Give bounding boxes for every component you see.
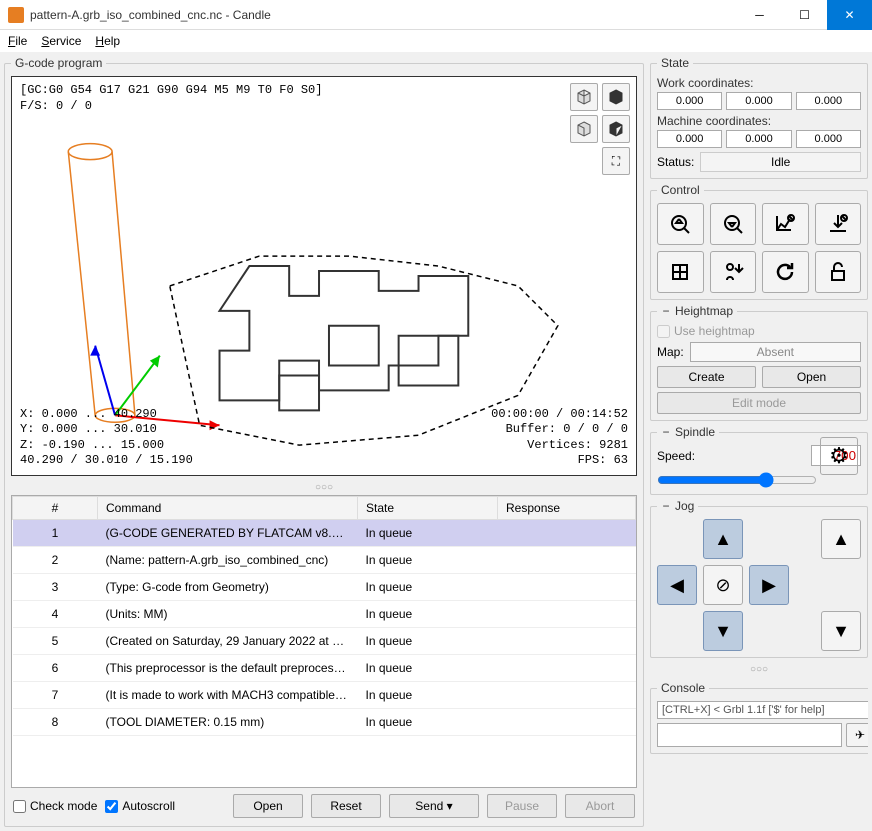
check-mode-checkbox[interactable]: Check mode bbox=[13, 799, 97, 813]
gcode-legend: G-code program bbox=[11, 56, 106, 70]
speed-label: Speed: bbox=[657, 449, 805, 463]
col-command[interactable]: Command bbox=[98, 497, 358, 520]
viewport-3d[interactable]: [GC:G0 G54 G17 G21 G90 G94 M5 M9 T0 F0 S… bbox=[11, 76, 637, 476]
safe-z-button[interactable] bbox=[710, 251, 757, 293]
close-button[interactable]: ✕ bbox=[827, 0, 872, 30]
bounds-z: Z: -0.190 ... 15.000 bbox=[20, 438, 193, 454]
unlock-button[interactable] bbox=[815, 251, 862, 293]
jog-y-plus-button[interactable]: ▲ bbox=[703, 519, 743, 559]
col-state[interactable]: State bbox=[358, 497, 498, 520]
abort-button[interactable]: Abort bbox=[565, 794, 635, 818]
spindle-panel: −Spindle Speed: ⚙ bbox=[650, 425, 868, 495]
bounds-size: 40.290 / 30.010 / 15.190 bbox=[20, 453, 193, 469]
use-heightmap-checkbox[interactable]: Use heightmap bbox=[657, 324, 861, 338]
autoscroll-checkbox[interactable]: Autoscroll bbox=[105, 799, 175, 813]
jog-panel: −Jog ▲ ▲ ◀ ⊘ ▶ ▼ ▼ bbox=[650, 499, 868, 658]
send-button[interactable]: Send ▾ bbox=[389, 794, 479, 818]
reset-button[interactable]: Reset bbox=[311, 794, 381, 818]
fps-info: FPS: 63 bbox=[491, 453, 628, 469]
table-row[interactable]: 3(Type: G-code from Geometry)In queue bbox=[13, 574, 636, 601]
col-response[interactable]: Response bbox=[498, 497, 636, 520]
vertices-info: Vertices: 9281 bbox=[491, 438, 628, 454]
bounds-y: Y: 0.000 ... 30.010 bbox=[20, 422, 193, 438]
work-y: 0.000 bbox=[726, 92, 791, 110]
jog-z-minus-button[interactable]: ▼ bbox=[821, 611, 861, 651]
map-label: Map: bbox=[657, 345, 684, 359]
menu-service[interactable]: Service bbox=[41, 34, 81, 48]
console-panel: Console [CTRL+X] < Grbl 1.1f ['$' for he… bbox=[650, 681, 868, 754]
window-title: pattern-A.grb_iso_combined_cnc.nc - Cand… bbox=[30, 8, 737, 22]
heightmap-edit-button[interactable]: Edit mode bbox=[657, 392, 861, 414]
jog-y-minus-button[interactable]: ▼ bbox=[703, 611, 743, 651]
machine-y: 0.000 bbox=[726, 130, 791, 148]
view-front-button[interactable] bbox=[570, 115, 598, 143]
restore-origin-button[interactable] bbox=[657, 251, 704, 293]
reset-button-ctrl[interactable] bbox=[762, 251, 809, 293]
work-coords-label: Work coordinates: bbox=[657, 76, 861, 90]
speed-slider[interactable] bbox=[657, 472, 817, 488]
minimize-button[interactable]: ─ bbox=[737, 0, 782, 30]
jog-stop-button[interactable]: ⊘ bbox=[703, 565, 743, 605]
machine-coords-label: Machine coordinates: bbox=[657, 114, 861, 128]
heightmap-create-button[interactable]: Create bbox=[657, 366, 756, 388]
machine-x: 0.000 bbox=[657, 130, 722, 148]
titlebar: pattern-A.grb_iso_combined_cnc.nc - Cand… bbox=[0, 0, 872, 30]
table-row[interactable]: 4(Units: MM)In queue bbox=[13, 601, 636, 628]
heightmap-panel: −Heightmap Use heightmap Map: Absent Cre… bbox=[650, 304, 868, 421]
jog-x-plus-button[interactable]: ▶ bbox=[749, 565, 789, 605]
time-estimate: 00:00:00 / 00:14:52 bbox=[491, 407, 628, 423]
view-left-button[interactable] bbox=[602, 115, 630, 143]
jog-z-plus-button[interactable]: ▲ bbox=[821, 519, 861, 559]
z-probe-button[interactable] bbox=[710, 203, 757, 245]
zero-xy-button[interactable] bbox=[762, 203, 809, 245]
machine-z: 0.000 bbox=[796, 130, 861, 148]
table-row[interactable]: 7(It is made to work with MACH3 compatib… bbox=[13, 682, 636, 709]
splitter-handle[interactable]: ○○○ bbox=[11, 480, 637, 495]
gcode-program-panel: G-code program [GC:G0 G54 G17 G21 G90 G9… bbox=[4, 56, 644, 827]
status-value: Idle bbox=[700, 152, 861, 172]
map-value: Absent bbox=[690, 342, 861, 362]
bounds-x: X: 0.000 ... 40.290 bbox=[20, 407, 193, 423]
status-label: Status: bbox=[657, 155, 694, 169]
console-input[interactable] bbox=[657, 723, 842, 747]
heightmap-open-button[interactable]: Open bbox=[762, 366, 861, 388]
splitter-handle-right[interactable]: ○○○ bbox=[650, 662, 868, 677]
maximize-button[interactable]: ☐ bbox=[782, 0, 827, 30]
home-button[interactable] bbox=[657, 203, 704, 245]
spindle-toggle-button[interactable]: ⚙ bbox=[820, 437, 858, 475]
col-num[interactable]: # bbox=[13, 497, 98, 520]
jog-x-minus-button[interactable]: ◀ bbox=[657, 565, 697, 605]
view-fit-button[interactable]: ⛶ bbox=[602, 147, 630, 175]
table-row[interactable]: 8(TOOL DIAMETER: 0.15 mm)In queue bbox=[13, 709, 636, 736]
zero-z-button[interactable] bbox=[815, 203, 862, 245]
view-top-button[interactable] bbox=[602, 83, 630, 111]
table-row[interactable]: 2(Name: pattern-A.grb_iso_combined_cnc)I… bbox=[13, 547, 636, 574]
table-row[interactable]: 5(Created on Saturday, 29 January 2022 a… bbox=[13, 628, 636, 655]
state-panel: State Work coordinates: 0.000 0.000 0.00… bbox=[650, 56, 868, 179]
console-output[interactable]: [CTRL+X] < Grbl 1.1f ['$' for help] bbox=[657, 701, 868, 719]
buffer-info: Buffer: 0 / 0 / 0 bbox=[491, 422, 628, 438]
pause-button[interactable]: Pause bbox=[487, 794, 557, 818]
table-row[interactable]: 1(G-CODE GENERATED BY FLATCAM v8.994 - w… bbox=[13, 520, 636, 547]
gcode-table[interactable]: # Command State Response 1(G-CODE GENERA… bbox=[11, 495, 637, 788]
console-send-button[interactable]: ✈ bbox=[846, 723, 868, 747]
app-icon bbox=[8, 7, 24, 23]
menu-help[interactable]: Help bbox=[95, 34, 120, 48]
work-x: 0.000 bbox=[657, 92, 722, 110]
menu-file[interactable]: File bbox=[8, 34, 27, 48]
table-row[interactable]: 6(This preprocessor is the default prepr… bbox=[13, 655, 636, 682]
view-iso-button[interactable] bbox=[570, 83, 598, 111]
menubar: File Service Help bbox=[0, 30, 872, 52]
open-button[interactable]: Open bbox=[233, 794, 303, 818]
work-z: 0.000 bbox=[796, 92, 861, 110]
control-panel: Control bbox=[650, 183, 868, 300]
